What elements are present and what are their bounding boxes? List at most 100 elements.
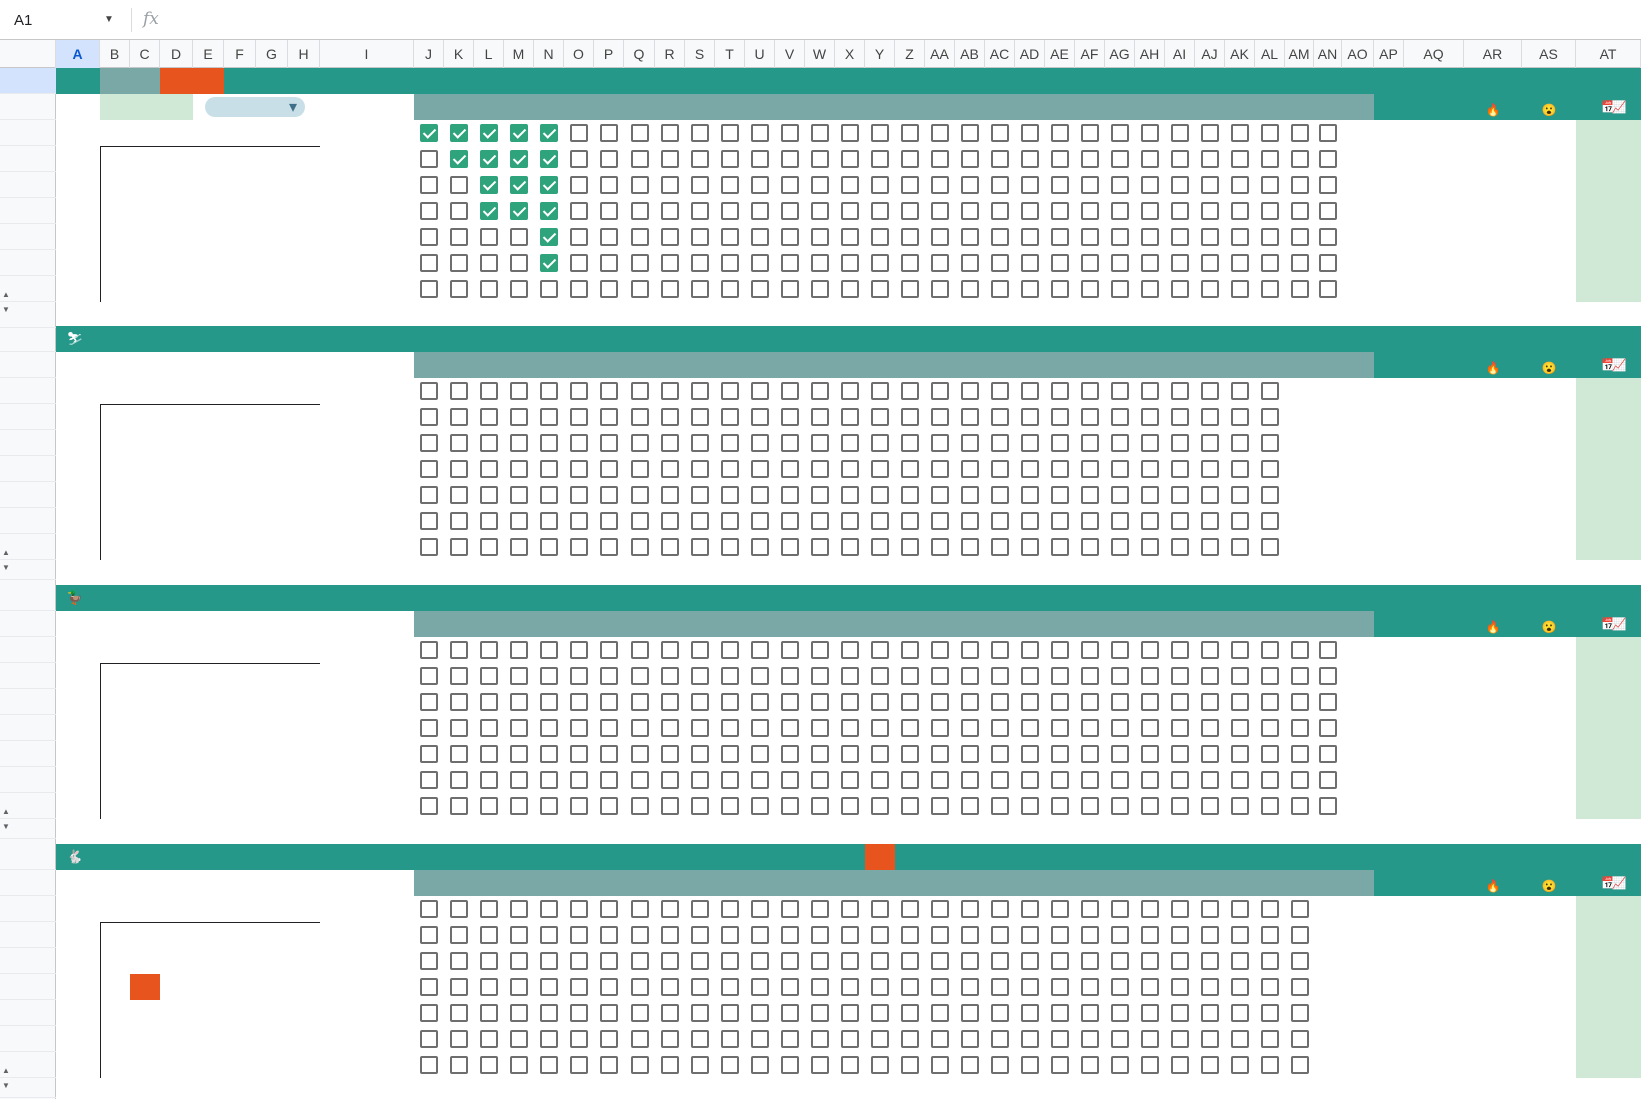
- habit-checkbox[interactable]: [450, 693, 468, 711]
- habit-checkbox[interactable]: [480, 719, 498, 737]
- habit-checkbox[interactable]: [961, 408, 979, 426]
- habit-checkbox[interactable]: [1051, 228, 1069, 246]
- habit-checkbox[interactable]: [570, 797, 588, 815]
- habit-checkbox[interactable]: [721, 228, 739, 246]
- habit-checkbox[interactable]: [540, 280, 558, 298]
- habit-checkbox[interactable]: [570, 124, 588, 142]
- habit-checkbox[interactable]: [661, 228, 679, 246]
- habit-checkbox[interactable]: [811, 382, 829, 400]
- habit-checkbox[interactable]: [871, 254, 889, 272]
- habit-checkbox[interactable]: [691, 771, 709, 789]
- habit-checkbox[interactable]: [721, 1056, 739, 1074]
- habit-checkbox[interactable]: [871, 408, 889, 426]
- habit-checkbox[interactable]: [781, 1056, 799, 1074]
- habit-checkbox[interactable]: [901, 693, 919, 711]
- habit-checkbox[interactable]: [420, 1030, 438, 1048]
- habit-checkbox[interactable]: [1290, 693, 1309, 711]
- habit-checkbox[interactable]: [661, 745, 679, 763]
- habit-checkbox[interactable]: [1141, 254, 1159, 272]
- habit-checkbox[interactable]: [1231, 486, 1249, 504]
- habit-checkbox[interactable]: [1021, 900, 1039, 918]
- habit-checkbox[interactable]: [450, 719, 468, 737]
- habit-checkbox[interactable]: [450, 1056, 468, 1074]
- habit-checkbox[interactable]: [1290, 797, 1309, 815]
- habit-checkbox[interactable]: [931, 719, 949, 737]
- habit-checkbox[interactable]: [781, 124, 799, 142]
- habit-checkbox[interactable]: [1201, 176, 1219, 194]
- habit-checkbox[interactable]: [1261, 512, 1279, 530]
- habit-checkbox[interactable]: [721, 538, 739, 556]
- habit-checkbox[interactable]: [871, 719, 889, 737]
- habit-checkbox[interactable]: [751, 926, 769, 944]
- habit-checkbox[interactable]: [1081, 900, 1099, 918]
- habit-checkbox[interactable]: [450, 408, 468, 426]
- habit-checkbox[interactable]: [1290, 150, 1309, 168]
- habit-checkbox[interactable]: [630, 693, 649, 711]
- habit-checkbox[interactable]: [1231, 434, 1249, 452]
- habit-checkbox[interactable]: [901, 1030, 919, 1048]
- habit-checkbox[interactable]: [811, 486, 829, 504]
- habit-checkbox[interactable]: [781, 382, 799, 400]
- habit-checkbox[interactable]: [691, 978, 709, 996]
- habit-checkbox[interactable]: [751, 434, 769, 452]
- habit-checkbox[interactable]: [1081, 952, 1099, 970]
- habit-checkbox[interactable]: [811, 978, 829, 996]
- habit-checkbox[interactable]: [480, 667, 498, 685]
- habit-checkbox[interactable]: [841, 771, 859, 789]
- habit-checkbox[interactable]: [630, 486, 649, 504]
- habit-checkbox[interactable]: [420, 952, 438, 970]
- habit-checkbox[interactable]: [751, 408, 769, 426]
- habit-checkbox[interactable]: [570, 486, 588, 504]
- habit-checkbox[interactable]: [570, 667, 588, 685]
- habit-checkbox[interactable]: [1051, 434, 1069, 452]
- habit-checkbox[interactable]: [1261, 693, 1279, 711]
- habit-checkbox[interactable]: [661, 978, 679, 996]
- habit-checkbox[interactable]: [841, 150, 859, 168]
- habit-checkbox[interactable]: [841, 124, 859, 142]
- habit-checkbox[interactable]: [931, 952, 949, 970]
- habit-checkbox[interactable]: [480, 280, 498, 298]
- habit-checkbox[interactable]: [480, 900, 498, 918]
- habit-checkbox[interactable]: [510, 745, 528, 763]
- habit-checkbox[interactable]: [1021, 1004, 1039, 1022]
- habit-checkbox[interactable]: [931, 1004, 949, 1022]
- habit-checkbox[interactable]: [781, 1030, 799, 1048]
- habit-checkbox[interactable]: [510, 538, 528, 556]
- habit-checkbox[interactable]: [691, 176, 709, 194]
- habit-checkbox[interactable]: [751, 952, 769, 970]
- habit-checkbox[interactable]: [510, 202, 528, 220]
- habit-checkbox[interactable]: [1261, 382, 1279, 400]
- habit-checkbox[interactable]: [961, 745, 979, 763]
- habit-checkbox[interactable]: [600, 254, 618, 272]
- habit-checkbox[interactable]: [961, 228, 979, 246]
- habit-checkbox[interactable]: [751, 1056, 769, 1074]
- habit-checkbox[interactable]: [991, 952, 1009, 970]
- habit-checkbox[interactable]: [1201, 797, 1219, 815]
- habit-checkbox[interactable]: [420, 1056, 438, 1074]
- habit-checkbox[interactable]: [901, 460, 919, 478]
- habit-checkbox[interactable]: [1021, 693, 1039, 711]
- habit-checkbox[interactable]: [1290, 745, 1309, 763]
- habit-checkbox[interactable]: [871, 280, 889, 298]
- habit-checkbox[interactable]: [1081, 978, 1099, 996]
- habit-checkbox[interactable]: [600, 202, 618, 220]
- habit-checkbox[interactable]: [1231, 900, 1249, 918]
- habit-checkbox[interactable]: [1201, 150, 1219, 168]
- habit-checkbox[interactable]: [1171, 926, 1189, 944]
- habit-checkbox[interactable]: [901, 952, 919, 970]
- habit-checkbox[interactable]: [540, 771, 558, 789]
- habit-checkbox[interactable]: [1081, 1004, 1099, 1022]
- habit-checkbox[interactable]: [1290, 176, 1309, 194]
- habit-checkbox[interactable]: [1261, 486, 1279, 504]
- habit-checkbox[interactable]: [871, 486, 889, 504]
- habit-checkbox[interactable]: [600, 1030, 618, 1048]
- habit-checkbox[interactable]: [1081, 693, 1099, 711]
- habit-checkbox[interactable]: [1141, 1030, 1159, 1048]
- habit-checkbox[interactable]: [781, 408, 799, 426]
- habit-checkbox[interactable]: [540, 512, 558, 530]
- habit-checkbox[interactable]: [721, 434, 739, 452]
- habit-checkbox[interactable]: [510, 693, 528, 711]
- habit-checkbox[interactable]: [691, 1004, 709, 1022]
- habit-checkbox[interactable]: [811, 434, 829, 452]
- habit-checkbox[interactable]: [1021, 1030, 1039, 1048]
